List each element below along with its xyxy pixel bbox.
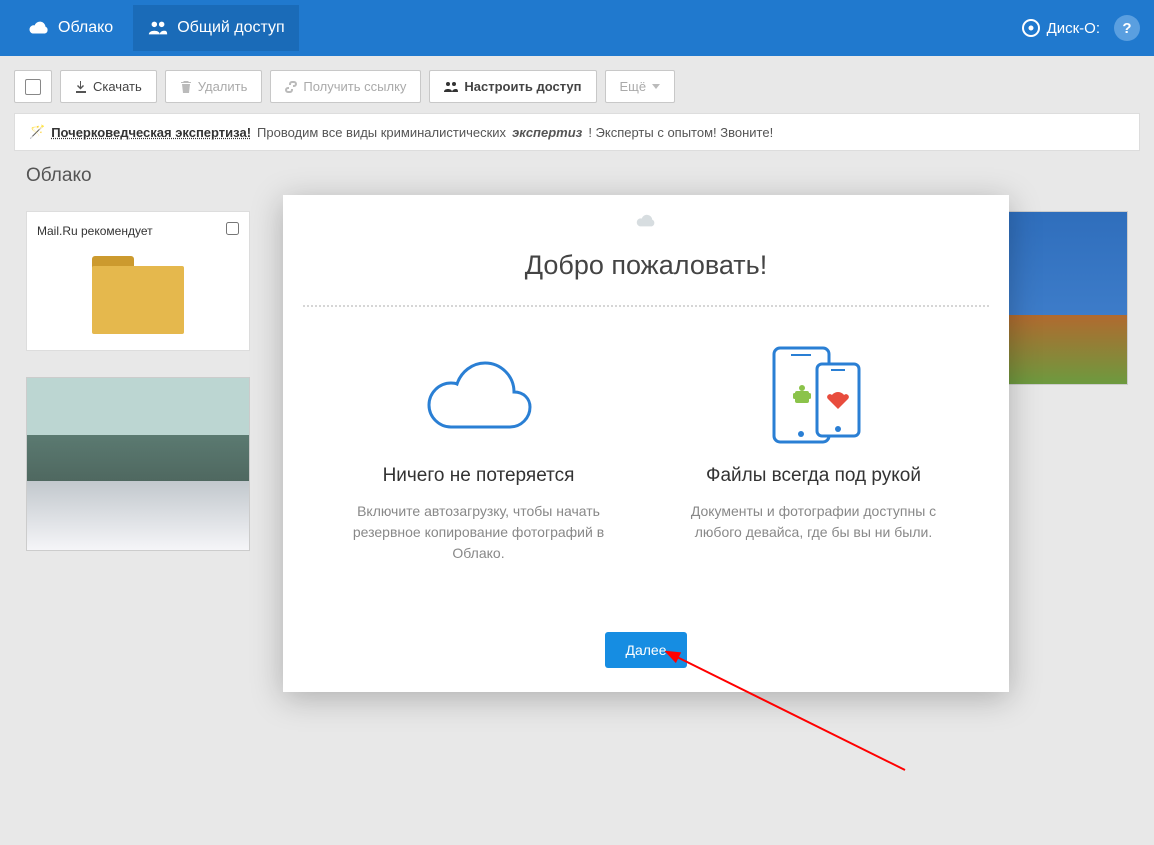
modal-title: Добро пожаловать! <box>283 234 1009 305</box>
modal-separator <box>303 305 989 307</box>
modal-backdrop: Добро пожаловать! Ничего не потеряется В… <box>0 0 1154 845</box>
cloud-outline-icon <box>414 350 544 440</box>
devices-icon <box>759 340 869 450</box>
next-button[interactable]: Далее <box>605 632 686 668</box>
feature-devices-body: Документы и фотографии доступны с любого… <box>664 501 964 543</box>
modal-cloud-icon <box>283 195 1009 234</box>
feature-backup: Ничего не потеряется Включите автозагруз… <box>329 335 629 564</box>
feature-backup-title: Ничего не потеряется <box>329 465 629 487</box>
welcome-modal: Добро пожаловать! Ничего не потеряется В… <box>283 195 1009 692</box>
feature-devices-title: Файлы всегда под рукой <box>664 465 964 487</box>
feature-devices: Файлы всегда под рукой Документы и фотог… <box>664 335 964 564</box>
feature-backup-body: Включите автозагрузку, чтобы начать резе… <box>329 501 629 564</box>
